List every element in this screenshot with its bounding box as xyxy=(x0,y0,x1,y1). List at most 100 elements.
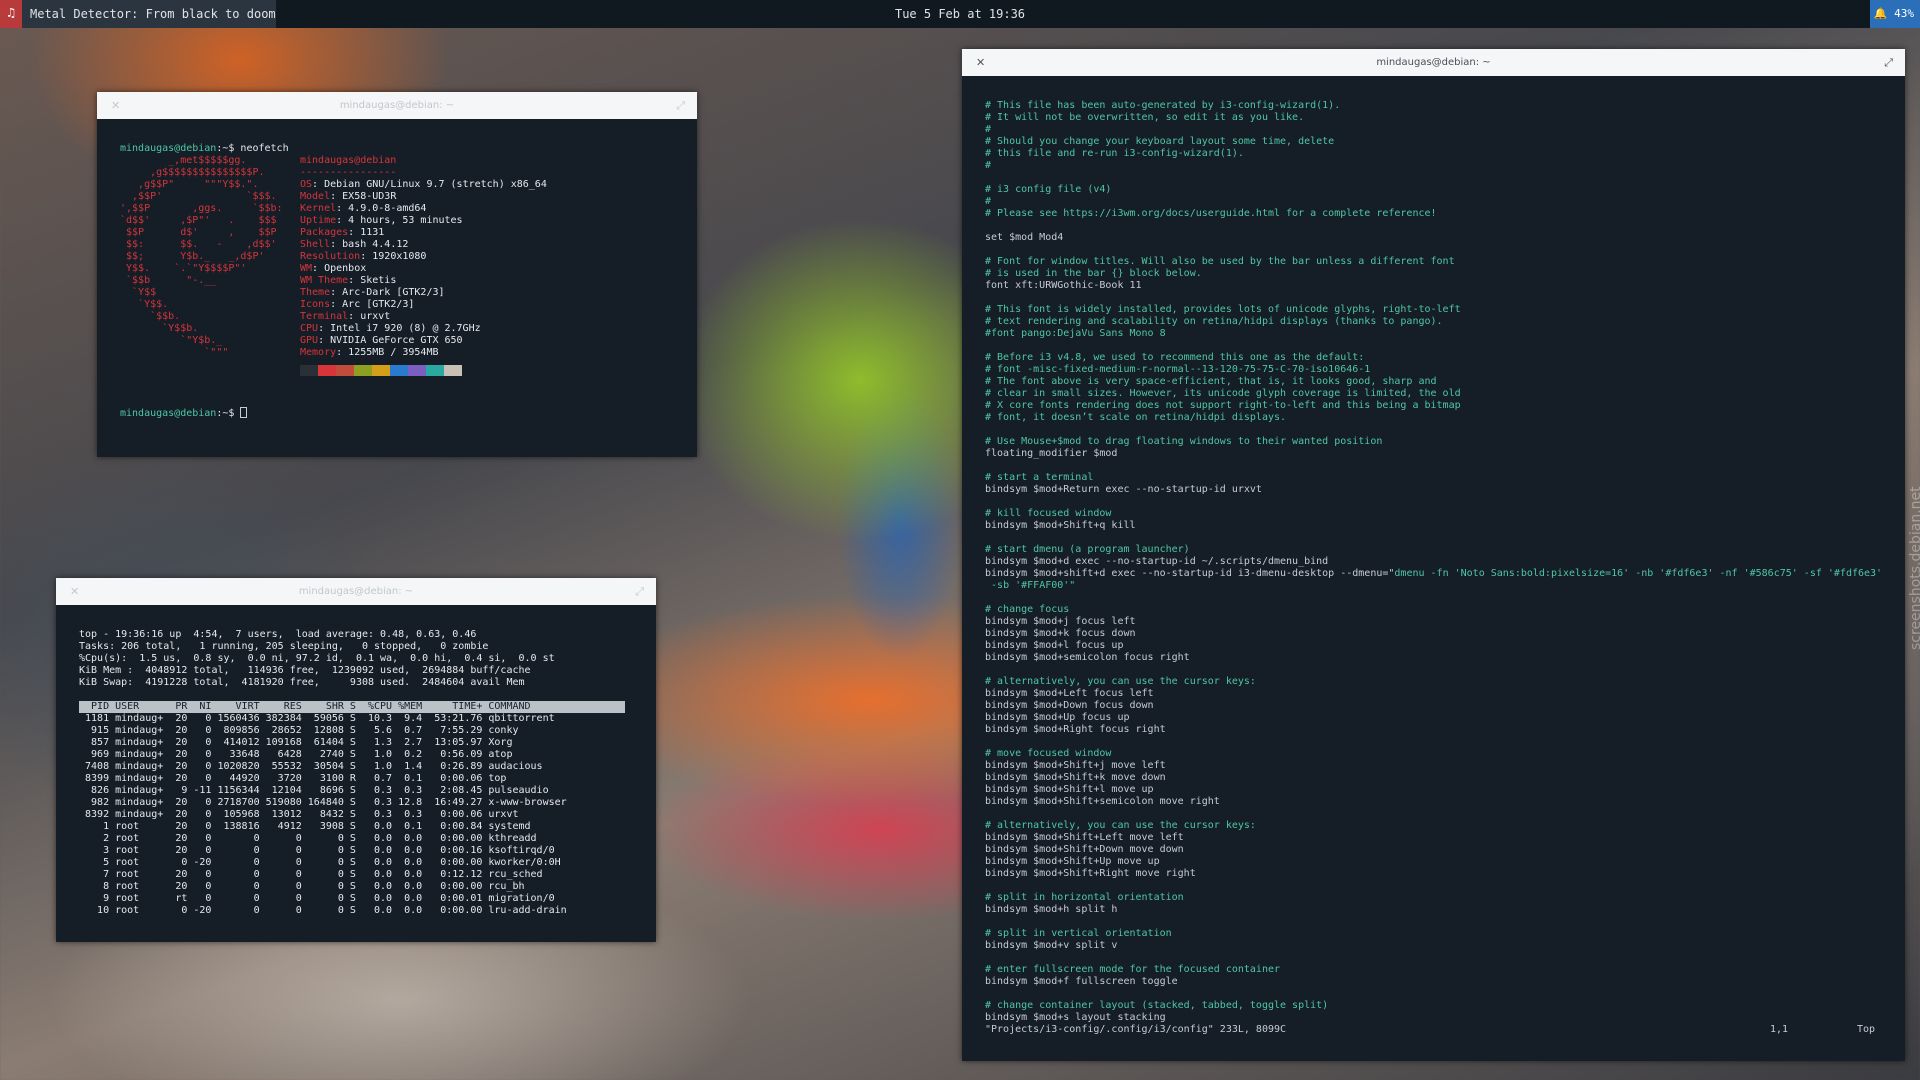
info-value: Arc [GTK2/3] xyxy=(342,299,415,310)
process-row: 857 mindaug+ 20 0 414012 109168 61404 S … xyxy=(79,737,513,748)
color-swatch xyxy=(444,365,462,376)
terminal-top-window[interactable]: ✕ mindaugas@debian: ~ ⤢ top - 19:36:16 u… xyxy=(56,578,656,942)
info-key: GPU xyxy=(300,335,319,346)
config-line: bindsym $mod+j focus left xyxy=(985,616,1136,627)
config-line: bindsym $mod+Return exec --no-startup-id… xyxy=(985,484,1262,495)
config-line: bindsym $mod+Shift+j move left xyxy=(985,760,1166,771)
config-comment: # Should you change your keyboard layout… xyxy=(985,136,1335,147)
watermark: screenshots.debian.net xyxy=(1908,486,1920,650)
info-row: Shell: bash 4.4.12 xyxy=(300,239,409,250)
logo-line: $$: $$. - ,d$$' xyxy=(120,239,277,250)
info-row: Uptime: 4 hours, 53 minutes xyxy=(300,215,463,226)
config-comment: #font pango:DejaVu Sans Mono 8 xyxy=(985,328,1166,339)
system-info: OS: Debian GNU/Linux 9.7 (stretch) x86_6… xyxy=(300,179,547,359)
info-key: Uptime xyxy=(300,215,337,226)
config-comment: # xyxy=(985,160,992,171)
info-value: 4 hours, 53 minutes xyxy=(348,215,463,226)
prompt-line-2: mindaugas@debian:~$ xyxy=(120,407,248,419)
maximize-icon[interactable]: ⤢ xyxy=(676,92,685,119)
config-line xyxy=(985,244,1882,256)
config-line xyxy=(985,736,1882,748)
battery-indicator[interactable]: 🔔 43% xyxy=(1869,0,1920,28)
info-key: Packages xyxy=(300,227,349,238)
vim-editor[interactable]: # This file has been auto-generated by i… xyxy=(962,76,1905,1061)
config-line: bindsym $mod+k focus down xyxy=(985,628,1136,639)
info-key: OS xyxy=(300,179,313,190)
logo-line: `Y$$b. xyxy=(120,323,199,334)
config-comment: # Before i3 v4.8, we used to recommend t… xyxy=(985,352,1365,363)
process-row: 1181 mindaug+ 20 0 1560436 382384 59056 … xyxy=(79,713,555,724)
info-key: WM xyxy=(300,263,313,274)
logo-line: `$$b. xyxy=(120,311,181,322)
config-line: bindsym $mod+d exec --no-startup-id ~/.s… xyxy=(985,556,1329,567)
config-line: bindsym $mod+v split v xyxy=(985,940,1118,951)
info-value: bash 4.4.12 xyxy=(342,239,409,250)
terminal-body[interactable]: top - 19:36:16 up 4:54, 7 users, load av… xyxy=(56,605,656,942)
config-line: bindsym $mod+Shift+l move up xyxy=(985,784,1154,795)
terminal-neofetch-window[interactable]: ✕ mindaugas@debian: ~ ⤢ mindaugas@debian… xyxy=(97,92,697,457)
maximize-icon[interactable]: ⤢ xyxy=(635,578,644,605)
process-row: 7 root 20 0 0 0 0 S 0.0 0.0 0:12.12 rcu_… xyxy=(79,869,543,880)
config-comment: # xyxy=(985,124,992,135)
info-row: Memory: 1255MB / 3954MB xyxy=(300,347,439,358)
config-line: bindsym $mod+Shift+Up move up xyxy=(985,856,1160,867)
separator: ---------------- xyxy=(300,167,397,178)
top-summary: top - 19:36:16 up 4:54, 7 users, load av… xyxy=(79,629,555,689)
info-key: Theme xyxy=(300,287,331,298)
info-key: Resolution xyxy=(300,251,361,262)
config-comment: # i3 config file (v4) xyxy=(985,184,1112,195)
config-comment: # This font is widely installed, provide… xyxy=(985,304,1461,315)
color-swatch xyxy=(426,365,444,376)
terminal-body[interactable]: mindaugas@debian:~$ neofetch _,met$$$$$g… xyxy=(97,119,697,457)
summary-line: KiB Swap: 4191228 total, 4181920 free, 9… xyxy=(79,677,525,688)
summary-line: top - 19:36:16 up 4:54, 7 users, load av… xyxy=(79,629,477,640)
maximize-icon[interactable]: ⤢ xyxy=(1884,49,1893,76)
color-blocks xyxy=(300,365,462,380)
process-row: 969 mindaug+ 20 0 33648 6428 2740 S 1.0 … xyxy=(79,749,513,760)
logo-line: `""" xyxy=(120,347,229,358)
workspace-button[interactable]: ♫ xyxy=(0,0,22,28)
config-line: font xft:URWGothic-Book 11 xyxy=(985,280,1142,291)
process-row: 8392 mindaug+ 20 0 105968 13012 8432 S 0… xyxy=(79,809,519,820)
info-key: Memory xyxy=(300,347,337,358)
process-row: 10 root 0 -20 0 0 0 S 0.0 0.0 0:00.00 lr… xyxy=(79,905,567,916)
config-line xyxy=(985,808,1882,820)
config-comment: # split in horizontal orientation xyxy=(985,892,1184,903)
color-swatch xyxy=(318,365,336,376)
config-comment: # This file has been auto-generated by i… xyxy=(985,100,1341,111)
config-line: floating_modifier $mod xyxy=(985,448,1118,459)
logo-line: $$P d$' , $$P xyxy=(120,227,277,238)
config-string: -sb '#FFAF00'" xyxy=(991,580,1076,591)
info-value: Openbox xyxy=(324,263,367,274)
window-titlebar[interactable]: ✕ mindaugas@debian: ~ ⤢ xyxy=(962,49,1905,76)
logo-line: ',$$P ,ggs. `$$b: xyxy=(120,203,283,214)
info-row: GPU: NVIDIA GeForce GTX 650 xyxy=(300,335,463,346)
config-line: set $mod Mod4 xyxy=(985,232,1064,243)
info-row: Packages: 1131 xyxy=(300,227,385,238)
window-titlebar[interactable]: ✕ mindaugas@debian: ~ ⤢ xyxy=(97,92,697,119)
debian-logo-ascii: _,met$$$$$gg. ,g$$$$$$$$$$$$$$$P. ,g$$P"… xyxy=(120,155,283,359)
clock[interactable]: Tue 5 Feb at 19:36 xyxy=(880,0,1040,28)
info-row: Kernel: 4.9.0-8-amd64 xyxy=(300,203,427,214)
config-comment: # Font for window titles. Will also be u… xyxy=(985,256,1455,267)
terminal-vim-window[interactable]: ✕ mindaugas@debian: ~ ⤢ # This file has … xyxy=(962,49,1905,1061)
close-icon[interactable]: ✕ xyxy=(976,49,985,76)
process-table: 1181 mindaug+ 20 0 1560436 382384 59056 … xyxy=(79,713,567,917)
logo-line: ,g$$$$$$$$$$$$$$$P. xyxy=(120,167,265,178)
info-key: Kernel xyxy=(300,203,337,214)
active-window-title[interactable]: Metal Detector: From black to doom, prog xyxy=(22,0,276,28)
close-icon[interactable]: ✕ xyxy=(70,578,79,605)
process-row: 8399 mindaug+ 20 0 44920 3720 3100 R 0.7… xyxy=(79,773,507,784)
process-row: 7408 mindaug+ 20 0 1020820 55532 30504 S… xyxy=(79,761,543,772)
info-value: Arc-Dark [GTK2/3] xyxy=(342,287,445,298)
user-host: mindaugas@debian xyxy=(300,155,397,166)
close-icon[interactable]: ✕ xyxy=(111,92,120,119)
logo-line: `$$b "-.__ xyxy=(120,275,217,286)
info-row: Model: EX58-UD3R xyxy=(300,191,397,202)
config-line xyxy=(985,988,1882,1000)
info-row: Resolution: 1920x1080 xyxy=(300,251,427,262)
window-titlebar[interactable]: ✕ mindaugas@debian: ~ ⤢ xyxy=(56,578,656,605)
vim-buffer[interactable]: # This file has been auto-generated by i… xyxy=(985,100,1882,1024)
config-comment: # start a terminal xyxy=(985,472,1094,483)
logo-line: $$; Y$b._ _,d$P' xyxy=(120,251,265,262)
